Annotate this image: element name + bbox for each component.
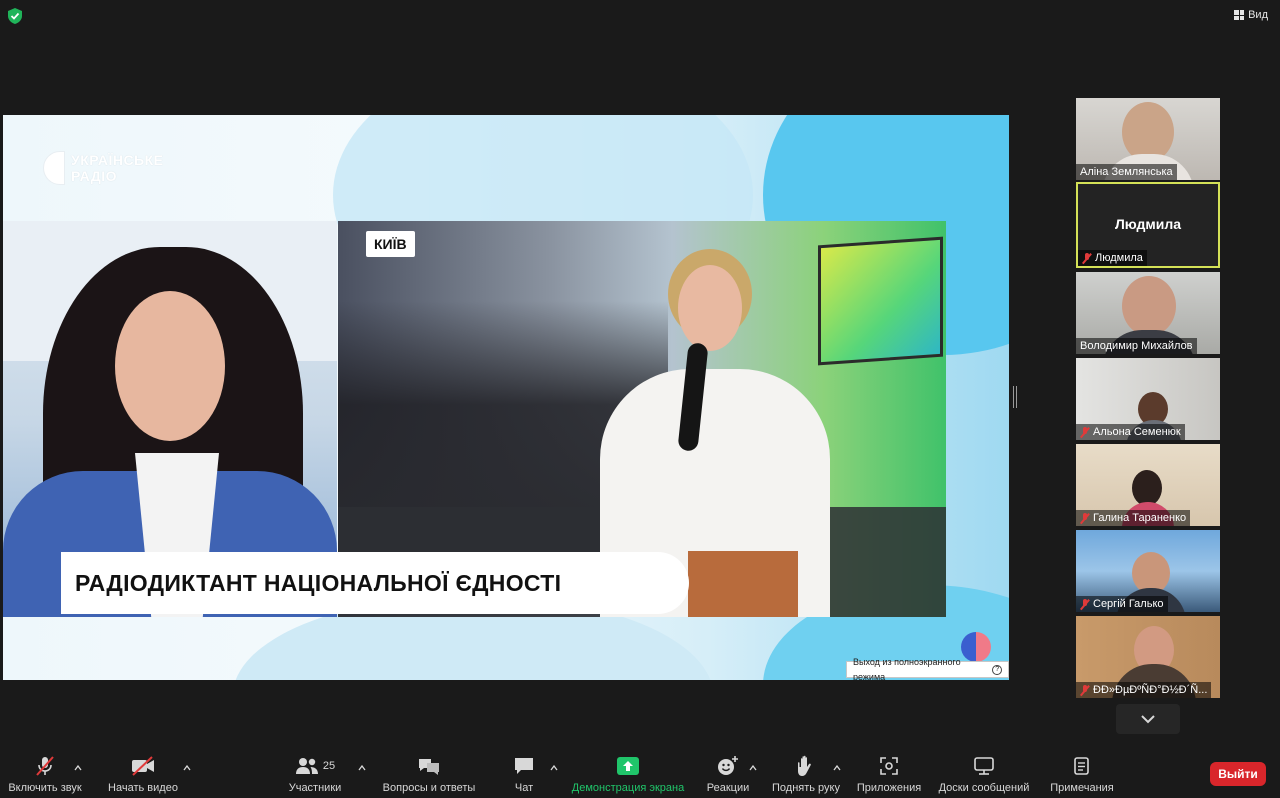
participant-tile[interactable]: Володимир Михайлов (1076, 272, 1220, 354)
chevron-up-icon (749, 764, 757, 771)
participants-count: 25 (322, 760, 336, 772)
whiteboards-button[interactable]: Доски сообщений (934, 748, 1034, 798)
raise-hand-options-caret[interactable] (833, 758, 843, 771)
qa-button[interactable]: Вопросы и ответы (378, 748, 480, 798)
unmute-button[interactable]: Включить звук (6, 748, 84, 798)
muted-mic-icon (1080, 512, 1090, 524)
participant-tile[interactable]: Аліна Землянська (1076, 98, 1220, 180)
participant-display-name: Людмила (1114, 216, 1182, 232)
chevron-up-icon (550, 764, 558, 771)
share-screen-button[interactable]: Демонстрация экрана (568, 748, 688, 798)
participant-name: Людмила (1095, 252, 1143, 264)
notes-button[interactable]: Примечания (1046, 748, 1118, 798)
chat-bubble-icon (515, 758, 533, 774)
audio-options-caret[interactable] (74, 758, 84, 771)
participant-tile[interactable]: Галина Тараненко (1076, 444, 1220, 526)
raise-hand-button[interactable]: Поднять руку (768, 748, 844, 798)
help-icon: ? (992, 664, 1002, 675)
qa-bubbles-icon (419, 759, 439, 775)
city-label: КИЇВ (366, 231, 415, 257)
share-screen-icon (617, 757, 639, 775)
participants-icon (295, 758, 318, 774)
chat-button[interactable]: Чат (500, 748, 548, 798)
exit-fullscreen-button[interactable]: Выход из полноэкранного режима ? (846, 657, 1009, 680)
raised-hand-icon (798, 755, 811, 776)
video-off-icon (132, 756, 154, 776)
banner-title: РАДІОДИКТАНТ НАЦІОНАЛЬНОЇ ЄДНОСТІ (61, 552, 697, 614)
participant-tile-active-speaker[interactable]: Людмила Людмила (1076, 182, 1220, 268)
participants-button[interactable]: 25 Участники (282, 748, 348, 798)
whiteboard-icon (974, 757, 994, 775)
participant-tile[interactable]: ÐÐ»ÐµÐºÑÐ°Ð½Ð´Ñ... (1076, 616, 1220, 698)
participant-name: Сергій Галько (1093, 598, 1164, 610)
zoom-meeting-window: Вид УКРАЇНСЬКЕ РАДІО КИЇВ РАДІОДИКТАНТ Н… (0, 0, 1280, 798)
muted-mic-icon (1082, 252, 1092, 264)
participant-name: Аліна Землянська (1080, 166, 1173, 178)
chevron-up-icon (74, 764, 82, 771)
participant-tile[interactable]: Альона Семенюк (1076, 358, 1220, 440)
participant-name: ÐÐ»ÐµÐºÑÐ°Ð½Ð´Ñ... (1093, 684, 1208, 696)
security-shield-icon[interactable] (8, 8, 22, 24)
emoji-plus-icon (718, 756, 738, 775)
participant-name: Володимир Михайлов (1080, 340, 1193, 352)
leave-meeting-button[interactable]: Выйти (1210, 762, 1266, 786)
participants-options-caret[interactable] (358, 758, 368, 771)
shared-screen: УКРАЇНСЬКЕ РАДІО КИЇВ РАДІОДИКТАНТ НАЦІО… (3, 115, 1009, 680)
muted-mic-icon (1080, 426, 1090, 438)
view-button[interactable]: Вид (1234, 6, 1268, 24)
participant-name: Альона Семенюк (1093, 426, 1181, 438)
chevron-up-icon (833, 764, 841, 771)
muted-mic-icon (1080, 684, 1090, 696)
meeting-toolbar: Включить звук Начать видео 25 Участники … (0, 748, 1280, 798)
apps-icon (880, 757, 898, 775)
chevron-up-icon (183, 764, 191, 771)
start-video-button[interactable]: Начать видео (104, 748, 182, 798)
panel-resize-handle[interactable] (1013, 386, 1017, 408)
muted-mic-icon (1080, 598, 1090, 610)
notes-icon (1074, 757, 1089, 775)
reactions-button[interactable]: Реакции (704, 748, 752, 798)
view-label: Вид (1248, 9, 1268, 21)
grid-view-icon (1234, 10, 1245, 20)
chat-options-caret[interactable] (550, 758, 560, 771)
participants-scroll-down-button[interactable] (1116, 704, 1180, 734)
chevron-up-icon (358, 764, 366, 771)
video-options-caret[interactable] (183, 758, 193, 771)
ukrainian-radio-logo: УКРАЇНСЬКЕ РАДІО (43, 151, 164, 185)
participant-name: Галина Тараненко (1093, 512, 1187, 524)
chevron-down-icon (1141, 715, 1155, 724)
apps-button[interactable]: Приложения (852, 748, 926, 798)
participant-tile[interactable]: Сергій Галько (1076, 530, 1220, 612)
muted-microphone-icon (36, 756, 54, 776)
reactions-options-caret[interactable] (749, 758, 759, 771)
